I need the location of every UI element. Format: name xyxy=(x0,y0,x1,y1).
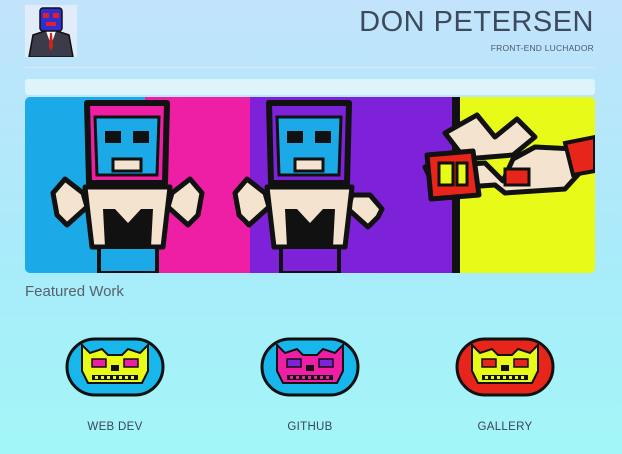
work-item-web-dev[interactable]: WEB DEV xyxy=(55,333,175,433)
hero-banner xyxy=(25,97,595,273)
avatar[interactable] xyxy=(25,5,77,58)
github-mask-icon xyxy=(260,337,360,397)
hero-luchador-illustration xyxy=(25,97,595,273)
work-label-github[interactable]: GITHUB xyxy=(250,421,370,433)
gallery-mask-icon xyxy=(455,337,555,397)
site-title[interactable]: DON PETERSEN xyxy=(359,6,594,39)
work-item-github[interactable]: GITHUB xyxy=(250,333,370,433)
work-label-gallery[interactable]: GALLERY xyxy=(445,421,565,433)
work-label-web-dev[interactable]: WEB DEV xyxy=(55,421,175,433)
work-item-gallery[interactable]: GALLERY xyxy=(445,333,565,433)
header-divider xyxy=(25,67,595,68)
web-dev-mask-icon xyxy=(65,337,165,397)
site-subtitle: FRONT-END LUCHADOR xyxy=(490,43,594,53)
nav-bar xyxy=(25,79,595,95)
luchador-avatar-icon xyxy=(25,5,77,58)
featured-work-heading: Featured Work xyxy=(25,283,124,300)
